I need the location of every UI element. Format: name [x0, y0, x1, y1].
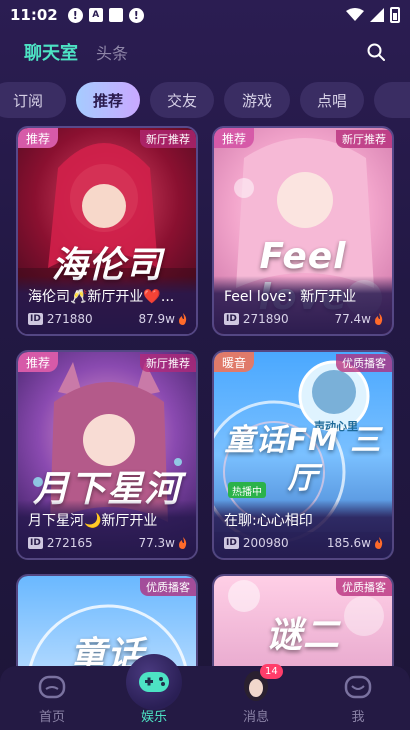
room-banner-text: 谜二: [265, 615, 340, 656]
room-id: 271890: [242, 312, 289, 326]
header-tabs: 聊天室 头条: [0, 36, 410, 68]
nav-label: 娱乐: [140, 710, 167, 725]
room-card[interactable]: 月下星河 推荐 新厅推荐 月下星河🌙新厅开业 ID 272165 77.3w: [16, 350, 198, 560]
bottom-navigation: 首页 娱乐 14 消息 我: [0, 654, 410, 730]
alert-icon: !: [67, 7, 83, 23]
id-icon: ID: [224, 313, 239, 325]
square-icon: [108, 8, 123, 22]
room-title: Feel love：新厅开业: [224, 289, 357, 305]
nav-label: 我: [351, 710, 365, 725]
room-card[interactable]: Feel love 推荐 新厅推荐 Feel love：新厅开业 ID 2718…: [212, 126, 394, 336]
nav-home[interactable]: 首页: [12, 666, 92, 730]
corner-tag: 优质播客: [140, 578, 196, 596]
live-badge: 热播中: [228, 482, 266, 498]
id-icon: ID: [224, 537, 239, 549]
room-meta: ID 271890 77.4w: [224, 312, 384, 326]
room-card[interactable]: 声动心里 童话FM 三厅 热播中 暖音 优质播客 在聊:心心相印 ID 2009…: [212, 350, 394, 560]
search-button[interactable]: [364, 40, 388, 64]
room-meta: ID 272165 77.3w: [28, 536, 188, 550]
tab-headlines[interactable]: 头条: [96, 40, 128, 64]
corner-tag: 新厅推荐: [336, 130, 392, 148]
corner-tag: 优质播客: [336, 354, 392, 372]
room-heat: 77.3w: [138, 536, 175, 550]
room-heat: 87.9w: [138, 312, 175, 326]
recommend-tag: 推荐: [18, 128, 59, 148]
gamepad-icon: [139, 672, 169, 692]
status-bar: 11:02 ! A !: [0, 0, 410, 30]
gamepad-bubble: [126, 654, 182, 710]
room-heat: 185.6w: [326, 536, 371, 550]
id-icon: ID: [28, 537, 43, 549]
chip-subscribe[interactable]: 订阅: [0, 82, 66, 118]
room-heat: 77.4w: [334, 312, 371, 326]
wifi-icon: [346, 8, 364, 21]
recommend-tag: 推荐: [18, 352, 59, 372]
room-title: 海伦司🥂新厅开业❤️...: [28, 289, 175, 305]
nav-profile[interactable]: 我: [318, 666, 398, 730]
a-icon: A: [88, 8, 103, 22]
room-id: 200980: [242, 536, 289, 550]
signal-icon: [370, 8, 384, 22]
nav-entertainment[interactable]: 娱乐: [114, 654, 194, 730]
chip-friends[interactable]: 交友: [150, 82, 214, 118]
category-chips: 订阅 推荐 交友 游戏 点唱: [0, 82, 410, 118]
room-id: 272165: [46, 536, 93, 550]
status-time: 11:02: [10, 6, 58, 24]
unread-badge: 14: [260, 664, 283, 679]
tab-chatroom[interactable]: 聊天室: [24, 39, 78, 65]
search-icon: [367, 43, 385, 61]
nav-label: 首页: [38, 710, 65, 725]
corner-tag: 新厅推荐: [140, 354, 196, 372]
flame-icon: [179, 537, 187, 549]
corner-tag: 优质播客: [336, 578, 392, 596]
alert-icon: !: [128, 7, 144, 23]
flame-icon: [179, 313, 187, 325]
nav-messages[interactable]: 14 消息: [216, 664, 296, 730]
corner-tag: 新厅推荐: [140, 130, 196, 148]
room-card[interactable]: 海伦司 推荐 新厅推荐 海伦司🥂新厅开业❤️... ID 271880 87.9…: [16, 126, 198, 336]
home-icon: [38, 675, 66, 699]
warm-tag: 暖音: [214, 352, 255, 372]
recommend-tag: 推荐: [214, 128, 255, 148]
flame-icon: [375, 537, 383, 549]
room-id: 271880: [46, 312, 93, 326]
chip-games[interactable]: 游戏: [224, 82, 290, 118]
profile-icon: [344, 675, 372, 699]
room-meta: ID 271880 87.9w: [28, 312, 188, 326]
battery-icon: [390, 7, 400, 23]
id-icon: ID: [28, 313, 43, 325]
nav-label: 消息: [242, 710, 269, 725]
room-title: 在聊:心心相印: [224, 513, 313, 529]
chip-recommend[interactable]: 推荐: [76, 82, 140, 118]
chip-sing[interactable]: 点唱: [300, 82, 364, 118]
chip-more[interactable]: [374, 82, 410, 118]
room-title: 月下星河🌙新厅开业: [28, 513, 158, 529]
room-meta: ID 200980 185.6w: [224, 536, 384, 550]
flame-icon: [375, 313, 383, 325]
